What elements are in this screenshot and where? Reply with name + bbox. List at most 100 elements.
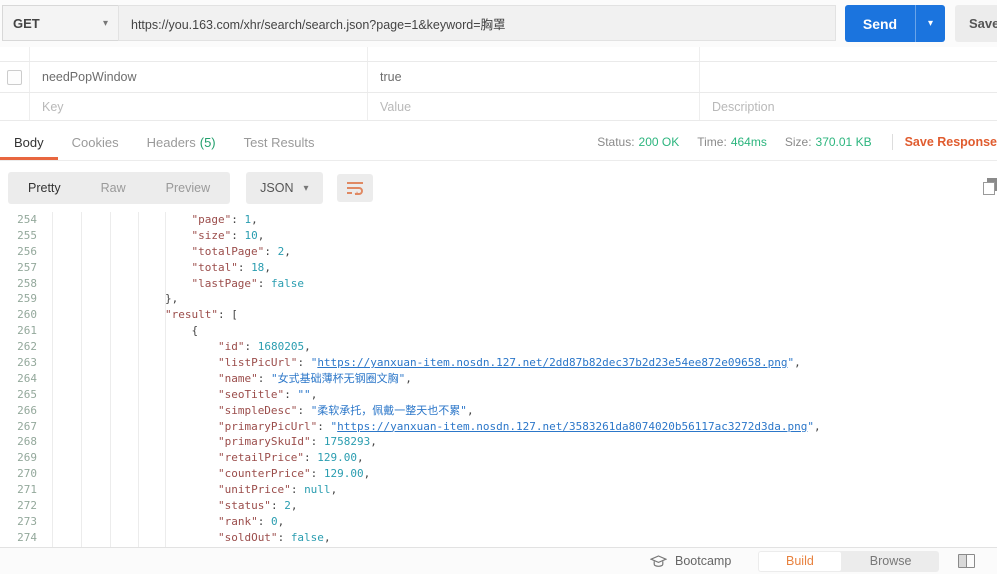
code-line: 264 "name": "女式基础薄杯无钢圈文胸",	[0, 371, 997, 387]
time-label: Time:	[697, 135, 727, 149]
param-row-partial	[0, 47, 997, 62]
line-number: 270	[0, 466, 37, 482]
code-text: "seoTitle": "",	[37, 387, 317, 403]
code-line: 256 "totalPage": 2,	[0, 244, 997, 260]
code-line: 255 "size": 10,	[0, 228, 997, 244]
response-meta: Status: 200 OK Time: 464ms Size: 370.01 …	[579, 134, 997, 150]
code-line: 266 "simpleDesc": "柔软承托，佩戴一整天也不累",	[0, 403, 997, 419]
status-label: Status:	[597, 135, 634, 149]
code-line: 265 "seoTitle": "",	[0, 387, 997, 403]
line-number: 262	[0, 339, 37, 355]
size-value: 370.01 KB	[816, 135, 872, 149]
param-value-placeholder[interactable]: Value	[368, 93, 700, 120]
view-mode-group: Pretty Raw Preview	[8, 172, 230, 204]
code-line: 267 "primaryPicUrl": "https://yanxuan-it…	[0, 419, 997, 435]
tab-cookies[interactable]: Cookies	[58, 124, 133, 160]
save-request-button[interactable]: Save	[955, 5, 997, 42]
code-line: 262 "id": 1680205,	[0, 339, 997, 355]
code-text: "size": 10,	[37, 228, 264, 244]
code-text: "primarySkuId": 1758293,	[37, 434, 377, 450]
code-text: "totalPage": 2,	[37, 244, 291, 260]
line-number: 265	[0, 387, 37, 403]
browse-button[interactable]: Browse	[842, 551, 940, 572]
indent-guide	[138, 212, 139, 547]
footer-bar: Bootcamp Build Browse	[0, 547, 997, 574]
view-preview-button[interactable]: Preview	[146, 172, 230, 204]
code-line: 272 "status": 2,	[0, 498, 997, 514]
bootcamp-button[interactable]: Bootcamp	[650, 554, 731, 568]
build-button[interactable]: Build	[759, 552, 841, 571]
code-text: "name": "女式基础薄杯无钢圈文胸",	[37, 371, 412, 387]
format-value: JSON	[260, 181, 293, 195]
size-label: Size:	[785, 135, 812, 149]
line-number: 258	[0, 276, 37, 292]
code-text: "counterPrice": 129.00,	[37, 466, 370, 482]
word-wrap-button[interactable]	[337, 174, 373, 202]
time-value: 464ms	[731, 135, 767, 149]
code-text: "lastPage": false	[37, 276, 304, 292]
tab-headers[interactable]: Headers (5)	[133, 124, 230, 160]
chevron-down-icon: ▾	[928, 18, 933, 29]
code-text: "total": 18,	[37, 260, 271, 276]
code-line: 257 "total": 18,	[0, 260, 997, 276]
line-number: 268	[0, 434, 37, 450]
chevron-down-icon: ▾	[103, 18, 108, 29]
response-body-code[interactable]: 254 "page": 1,255 "size": 10,256 "totalP…	[0, 212, 997, 547]
split-panes-icon[interactable]	[958, 554, 975, 568]
code-text: "listPicUrl": "https://yanxuan-item.nosd…	[37, 355, 801, 371]
code-line: 263 "listPicUrl": "https://yanxuan-item.…	[0, 355, 997, 371]
code-text: "primaryPicUrl": "https://yanxuan-item.n…	[37, 419, 821, 435]
line-number: 273	[0, 514, 37, 530]
line-number: 271	[0, 482, 37, 498]
param-description-placeholder[interactable]: Description	[700, 93, 997, 120]
copy-response-button[interactable]	[983, 178, 997, 198]
headers-count-badge: (5)	[200, 135, 216, 150]
indent-guide	[52, 212, 53, 547]
param-key-placeholder[interactable]: Key	[30, 93, 368, 120]
line-number: 263	[0, 355, 37, 371]
param-value-cell[interactable]: true	[368, 62, 700, 92]
indent-guide	[110, 212, 111, 547]
line-number: 261	[0, 323, 37, 339]
param-enabled-checkbox[interactable]	[7, 70, 22, 85]
bootcamp-label: Bootcamp	[675, 554, 731, 568]
code-lines: 254 "page": 1,255 "size": 10,256 "totalP…	[0, 212, 997, 546]
tab-test-results[interactable]: Test Results	[230, 124, 329, 160]
line-number: 255	[0, 228, 37, 244]
code-text: "unitPrice": null,	[37, 482, 337, 498]
code-text: "rank": 0,	[37, 514, 284, 530]
save-response-button[interactable]: Save Response	[905, 135, 997, 149]
param-description-cell[interactable]	[700, 62, 997, 92]
line-number: 264	[0, 371, 37, 387]
line-number: 257	[0, 260, 37, 276]
view-raw-button[interactable]: Raw	[81, 172, 146, 204]
line-number: 259	[0, 291, 37, 307]
status-value: 200 OK	[639, 135, 680, 149]
request-bar: GET ▾ Send ▾ Save	[0, 0, 997, 47]
code-text: "page": 1,	[37, 212, 258, 228]
code-line: 259 },	[0, 291, 997, 307]
code-text: "id": 1680205,	[37, 339, 311, 355]
code-line: 273 "rank": 0,	[0, 514, 997, 530]
url-link[interactable]: https://yanxuan-item.nosdn.127.net/2dd87…	[317, 356, 787, 369]
send-button-label: Send	[845, 5, 915, 42]
code-text: "retailPrice": 129.00,	[37, 450, 364, 466]
code-line: 268 "primarySkuId": 1758293,	[0, 434, 997, 450]
send-options-caret[interactable]: ▾	[915, 5, 945, 42]
line-number: 269	[0, 450, 37, 466]
send-button[interactable]: Send ▾	[845, 5, 945, 42]
request-url-input[interactable]	[118, 5, 836, 41]
format-select[interactable]: JSON ▾	[246, 172, 322, 204]
chevron-down-icon: ▾	[303, 183, 308, 194]
response-tabs-bar: Body Cookies Headers (5) Test Results St…	[0, 124, 997, 161]
body-viewer-toolbar: Pretty Raw Preview JSON ▾	[0, 166, 997, 210]
view-pretty-button[interactable]: Pretty	[8, 172, 81, 204]
param-key-cell[interactable]: needPopWindow	[30, 62, 368, 92]
code-text: "simpleDesc": "柔软承托，佩戴一整天也不累",	[37, 403, 474, 419]
params-table: needPopWindow true Key Value Description	[0, 47, 997, 121]
code-text: "status": 2,	[37, 498, 297, 514]
indent-guide	[165, 212, 166, 547]
http-method-select[interactable]: GET ▾	[2, 5, 118, 41]
url-link[interactable]: https://yanxuan-item.nosdn.127.net/35832…	[337, 420, 807, 433]
tab-body[interactable]: Body	[0, 124, 58, 160]
